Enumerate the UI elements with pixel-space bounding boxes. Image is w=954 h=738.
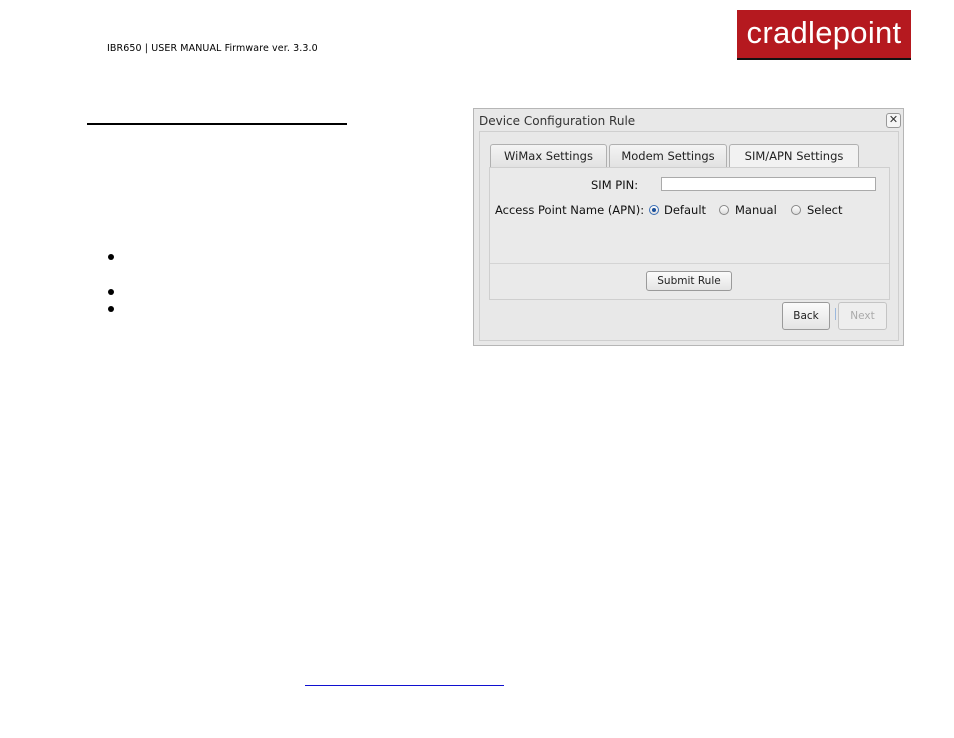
- dialog-title: Device Configuration Rule: [479, 114, 636, 128]
- panel-divider: [490, 263, 889, 264]
- cradlepoint-logo: cradlepoint: [737, 10, 911, 60]
- submit-rule-button[interactable]: Submit Rule: [646, 271, 732, 291]
- sim-pin-input[interactable]: [661, 177, 876, 191]
- apn-select-label[interactable]: Select: [807, 203, 842, 217]
- tab-wimax-settings[interactable]: WiMax Settings: [490, 144, 607, 167]
- bullet-point: [108, 306, 114, 312]
- apn-label: Access Point Name (APN):: [495, 203, 645, 217]
- apn-select-radio[interactable]: [791, 205, 801, 215]
- tab-sim-apn-settings[interactable]: SIM/APN Settings: [729, 144, 859, 168]
- device-configuration-rule-dialog: Device Configuration Rule ✕ WiMax Settin…: [473, 108, 904, 346]
- back-button[interactable]: Back: [782, 302, 830, 330]
- next-button[interactable]: Next: [838, 302, 887, 330]
- apn-default-label[interactable]: Default: [664, 203, 706, 217]
- bullet-point: [108, 289, 114, 295]
- close-icon[interactable]: ✕: [886, 113, 901, 128]
- sim-pin-label: SIM PIN:: [591, 178, 639, 192]
- apn-default-radio[interactable]: [649, 205, 659, 215]
- footer-hyperlink-underline[interactable]: [305, 685, 504, 686]
- sim-apn-panel: SIM PIN: Access Point Name (APN): Defaul…: [489, 167, 890, 300]
- bullet-point: [108, 254, 114, 260]
- button-separator: [835, 308, 836, 320]
- manual-header-title: IBR650 | USER MANUAL Firmware ver. 3.3.0: [107, 43, 318, 54]
- apn-manual-label[interactable]: Manual: [735, 203, 777, 217]
- tab-modem-settings[interactable]: Modem Settings: [609, 144, 727, 167]
- section-heading-underline: [87, 123, 347, 125]
- apn-manual-radio[interactable]: [719, 205, 729, 215]
